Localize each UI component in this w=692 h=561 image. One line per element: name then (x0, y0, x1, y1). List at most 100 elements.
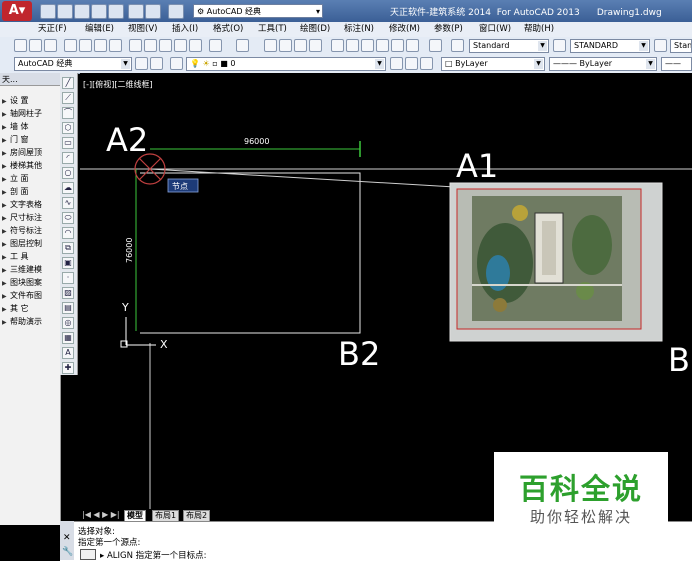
undo-icon[interactable] (209, 39, 222, 52)
open-icon[interactable] (29, 39, 42, 52)
revision-cloud-icon[interactable]: ☁ (62, 182, 74, 194)
construction-line-icon[interactable]: ⟋ (62, 92, 74, 104)
tz-item-elevation[interactable]: ▶ 立 面 (2, 173, 29, 184)
text-style-dropdown[interactable]: Standard ▼ (469, 39, 549, 53)
menu-dimension[interactable]: 标注(N) (344, 23, 374, 36)
autocad-logo-icon[interactable]: A▾ (2, 1, 32, 21)
tz-item-section[interactable]: ▶ 剖 面 (2, 186, 29, 197)
menu-parametric[interactable]: 参数(P) (434, 23, 463, 36)
3d-dwf-icon[interactable] (109, 39, 122, 52)
layer-previous-icon[interactable] (405, 57, 418, 70)
tz-item-settings[interactable]: ▶ 设 置 (2, 95, 29, 106)
table-icon[interactable]: ▦ (62, 332, 74, 344)
plot-icon[interactable] (108, 4, 124, 19)
tab-navigation-arrows-icon[interactable]: |◀ ◀ ▶ ▶| (82, 510, 120, 519)
publish-icon[interactable] (94, 39, 107, 52)
menu-tianzheng[interactable]: 天正(F) (38, 23, 67, 36)
workspace-save-icon[interactable] (150, 57, 163, 70)
tz-item-layer-control[interactable]: ▶ 图层控制 (2, 238, 42, 249)
menu-view[interactable]: 视图(V) (128, 23, 157, 36)
make-block-icon[interactable]: ▣ (62, 257, 74, 269)
print-icon[interactable] (128, 4, 144, 19)
add-selected-icon[interactable]: ✚ (62, 362, 74, 374)
linetype-dropdown[interactable]: ——— ByLayer ▼ (549, 57, 657, 71)
new-file-icon[interactable] (40, 4, 56, 19)
region-icon[interactable]: ◎ (62, 317, 74, 329)
menu-tools[interactable]: 工具(T) (258, 23, 287, 36)
polygon-icon[interactable]: ⬡ (62, 122, 74, 134)
tz-item-symbols[interactable]: ▶ 符号标注 (2, 225, 42, 236)
screen-menu-header[interactable]: 天... (0, 73, 60, 86)
cut-icon[interactable] (129, 39, 142, 52)
close-icon[interactable]: ✕ (63, 533, 71, 543)
command-line-handle[interactable]: ✕ 🔧 (60, 521, 74, 560)
pan-icon[interactable] (264, 39, 277, 52)
command-input[interactable]: ▸ ALIGN 指定第一个目标点: (100, 549, 207, 561)
viewport-controls-label[interactable]: [-][俯视][二维线框] (83, 79, 153, 89)
tz-item-doors-windows[interactable]: ▶ 门 窗 (2, 134, 29, 145)
qnew-icon[interactable] (14, 39, 27, 52)
tz-item-text-tables[interactable]: ▶ 文字表格 (2, 199, 42, 210)
layer-properties-icon[interactable] (170, 57, 183, 70)
tz-item-file-layout[interactable]: ▶ 文件布图 (2, 290, 42, 301)
redo-icon[interactable] (168, 4, 184, 19)
color-dropdown[interactable]: □ ByLayer ▼ (441, 57, 545, 71)
tz-item-stairs-other[interactable]: ▶ 楼梯其他 (2, 160, 42, 171)
ellipse-arc-icon[interactable]: ◠ (62, 227, 74, 239)
quickcalc-icon[interactable] (406, 39, 419, 52)
menu-draw[interactable]: 绘图(D) (300, 23, 330, 36)
spline-icon[interactable]: ∿ (62, 197, 74, 209)
hatch-icon[interactable]: ▨ (62, 287, 74, 299)
tz-item-rooms-roofs[interactable]: ▶ 房间屋顶 (2, 147, 42, 158)
redo-icon[interactable] (236, 39, 249, 52)
circle-icon[interactable]: ○ (62, 167, 74, 179)
arc-icon[interactable]: ◜ (62, 152, 74, 164)
ellipse-icon[interactable]: ⬭ (62, 212, 74, 224)
tz-item-axis-grid[interactable]: ▶ 轴网柱子 (2, 108, 42, 119)
tz-item-blocks-hatches[interactable]: ▶ 图块图案 (2, 277, 42, 288)
table-style-dropdown[interactable]: Stan (670, 39, 692, 53)
workspace-dropdown[interactable]: AutoCAD 经典 ▼ (14, 57, 132, 71)
tz-item-walls[interactable]: ▶ 墙 体 (2, 121, 29, 132)
dim-style-dropdown[interactable]: STANDARD ▼ (570, 39, 650, 53)
open-file-icon[interactable] (57, 4, 73, 19)
workspace-settings-icon[interactable] (135, 57, 148, 70)
block-editor-icon[interactable] (189, 39, 202, 52)
make-object-layer-current-icon[interactable] (390, 57, 403, 70)
design-center-icon[interactable] (346, 39, 359, 52)
menu-help[interactable]: 帮助(H) (524, 23, 554, 36)
menu-insert[interactable]: 插入(I) (172, 23, 198, 36)
plot-icon[interactable] (64, 39, 77, 52)
tz-item-others[interactable]: ▶ 其 它 (2, 303, 29, 314)
layer-dropdown[interactable]: 💡 ☀ ▫ ■ 0 ▼ (186, 57, 386, 71)
properties-icon[interactable] (331, 39, 344, 52)
line-icon[interactable]: ╱ (62, 77, 74, 89)
markup-icon[interactable] (391, 39, 404, 52)
gradient-icon[interactable]: ▤ (62, 302, 74, 314)
insert-block-icon[interactable]: ⧉ (62, 242, 74, 254)
tz-item-help-demo[interactable]: ▶ 帮助演示 (2, 316, 42, 327)
menu-window[interactable]: 窗口(W) (479, 23, 511, 36)
tz-item-tools[interactable]: ▶ 工 具 (2, 251, 29, 262)
text-style-icon[interactable] (451, 39, 464, 52)
save-icon[interactable] (74, 4, 90, 19)
point-icon[interactable]: · (62, 272, 74, 284)
help-icon[interactable] (429, 39, 442, 52)
menu-edit[interactable]: 编辑(E) (85, 23, 114, 36)
dim-style-icon[interactable] (553, 39, 566, 52)
lineweight-dropdown[interactable]: —— (661, 57, 692, 71)
tz-item-dimensions[interactable]: ▶ 尺寸标注 (2, 212, 42, 223)
layer-states-icon[interactable] (420, 57, 433, 70)
site-plan-raster-image[interactable] (449, 182, 663, 342)
zoom-window-icon[interactable] (294, 39, 307, 52)
save-as-icon[interactable] (91, 4, 107, 19)
match-properties-icon[interactable] (174, 39, 187, 52)
drawing-canvas[interactable]: [-][俯视][二维线框] 96000 76000 节点 Y X A2 A1 B… (80, 73, 692, 509)
workspace-dropdown[interactable]: ⚙ AutoCAD 经典 ▾ (193, 4, 323, 18)
paste-icon[interactable] (159, 39, 172, 52)
menu-modify[interactable]: 修改(M) (389, 23, 420, 36)
save-icon[interactable] (44, 39, 57, 52)
multiline-text-icon[interactable]: A (62, 347, 74, 359)
undo-icon[interactable] (145, 4, 161, 19)
zoom-previous-icon[interactable] (309, 39, 322, 52)
